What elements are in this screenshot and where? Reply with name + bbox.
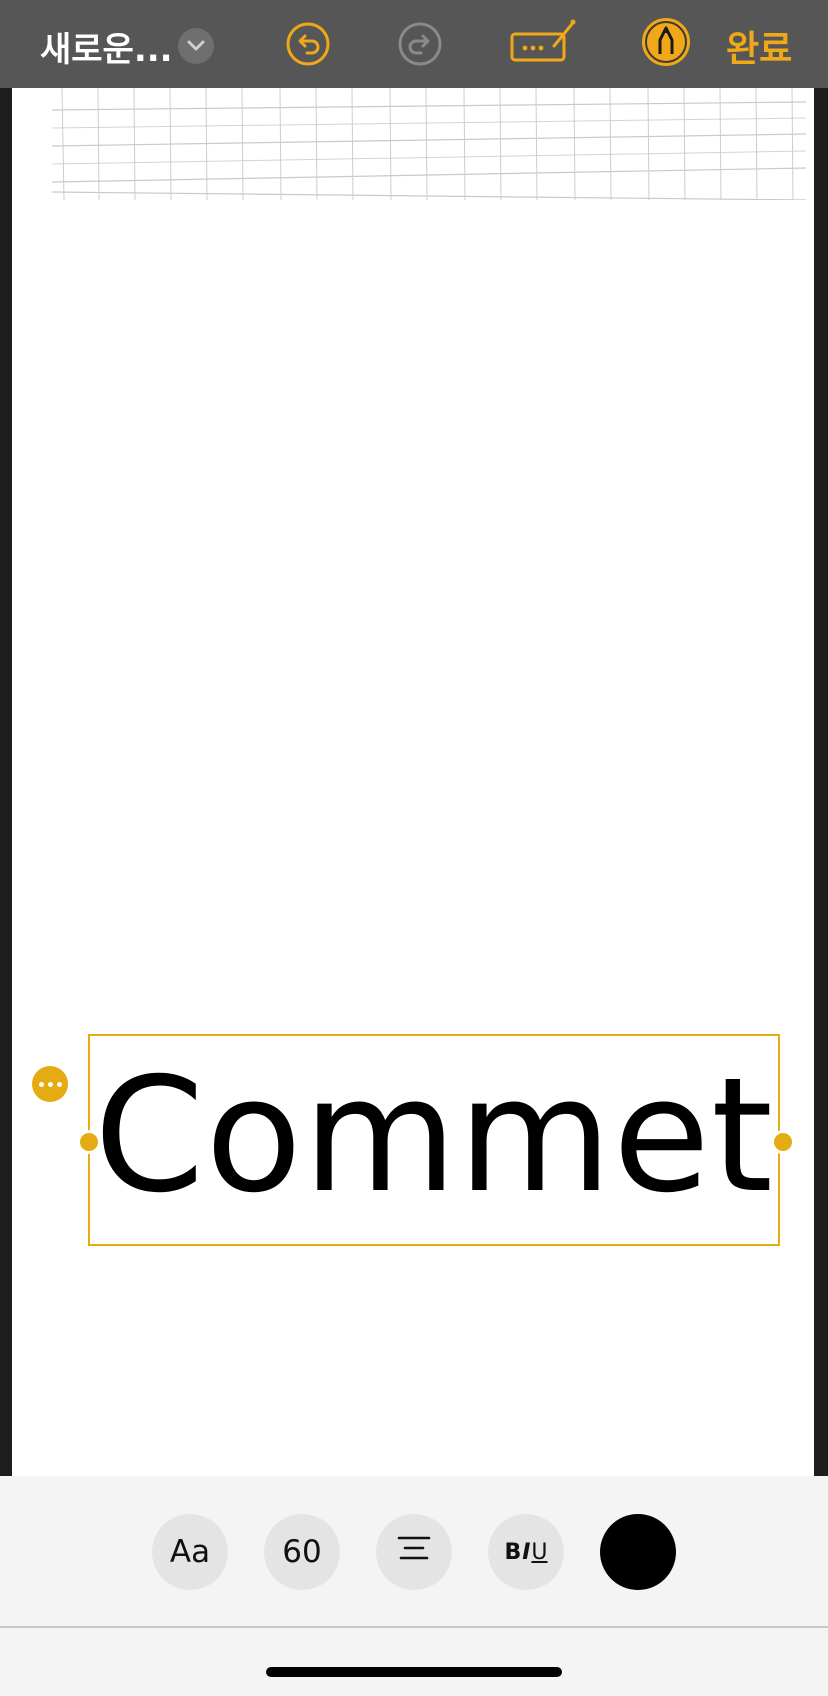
- align-center-icon: [397, 1534, 431, 1570]
- add-text-box-button[interactable]: [508, 18, 578, 70]
- markup-toggle-button[interactable]: [640, 18, 692, 70]
- annotation-more-button[interactable]: [32, 1066, 68, 1102]
- redo-icon: [397, 21, 443, 71]
- title-menu-button[interactable]: [178, 28, 214, 64]
- home-area: [0, 1628, 828, 1696]
- text-box-content[interactable]: Commet: [94, 1057, 774, 1215]
- document-title[interactable]: 새로운...: [40, 22, 173, 71]
- top-toolbar: 새로운... 완료: [0, 0, 828, 88]
- font-button-label: Aa: [169, 1534, 211, 1570]
- undo-icon: [285, 21, 331, 71]
- font-button[interactable]: Aa: [152, 1514, 228, 1590]
- done-button[interactable]: 완료: [726, 20, 792, 72]
- redo-button[interactable]: [396, 22, 444, 70]
- undo-button[interactable]: [284, 22, 332, 70]
- more-dots-icon: [38, 1081, 44, 1087]
- text-color-button[interactable]: [600, 1514, 676, 1590]
- italic-glyph: I: [522, 1539, 531, 1565]
- font-size-value: 60: [282, 1534, 322, 1570]
- text-box-annotation[interactable]: Commet: [88, 1034, 780, 1246]
- home-indicator[interactable]: [266, 1667, 562, 1677]
- text-style-button[interactable]: BIU: [488, 1514, 564, 1590]
- chevron-down-icon: [187, 37, 205, 56]
- text-box-icon: [508, 16, 578, 72]
- underline-glyph: U: [531, 1539, 548, 1565]
- more-dots-icon-dot: [56, 1081, 62, 1087]
- document-page[interactable]: [12, 87, 814, 1476]
- font-size-button[interactable]: 60: [264, 1514, 340, 1590]
- alignment-button[interactable]: [376, 1514, 452, 1590]
- markup-pen-icon: [640, 16, 692, 72]
- text-format-bar: Aa 60 BIU: [0, 1476, 828, 1626]
- graph-paper-image: [51, 87, 807, 201]
- more-dots-icon-dot: [47, 1081, 53, 1087]
- bold-glyph: B: [504, 1539, 522, 1565]
- document-canvas: Commet: [0, 87, 828, 1476]
- text-box-right-resize-handle[interactable]: [771, 1130, 795, 1154]
- text-box-left-resize-handle[interactable]: [77, 1130, 101, 1154]
